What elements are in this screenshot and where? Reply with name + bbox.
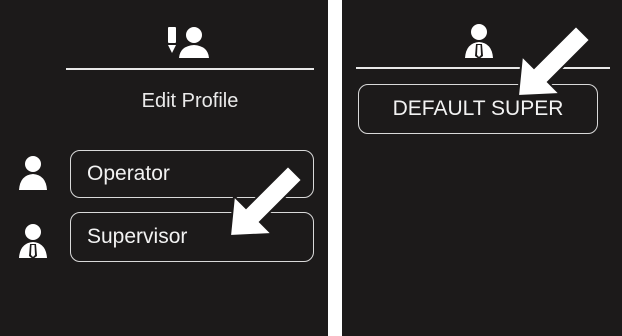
operator-label: Operator xyxy=(87,162,170,185)
edit-profile-screen: Edit Profile Operator Supervisor xyxy=(0,0,328,336)
supervisor-label: Supervisor xyxy=(87,225,188,248)
supervisor-icon xyxy=(465,24,493,59)
operator-icon xyxy=(19,156,47,190)
page-title: Edit Profile xyxy=(141,90,239,112)
supervisor-profile-screen: DEFAULT SUPER xyxy=(342,0,622,336)
arrow-pointer-icon xyxy=(228,164,304,238)
arrow-pointer-icon xyxy=(516,24,592,98)
edit-profile-icon xyxy=(168,27,209,58)
header-divider xyxy=(66,68,314,70)
supervisor-icon xyxy=(19,224,47,259)
